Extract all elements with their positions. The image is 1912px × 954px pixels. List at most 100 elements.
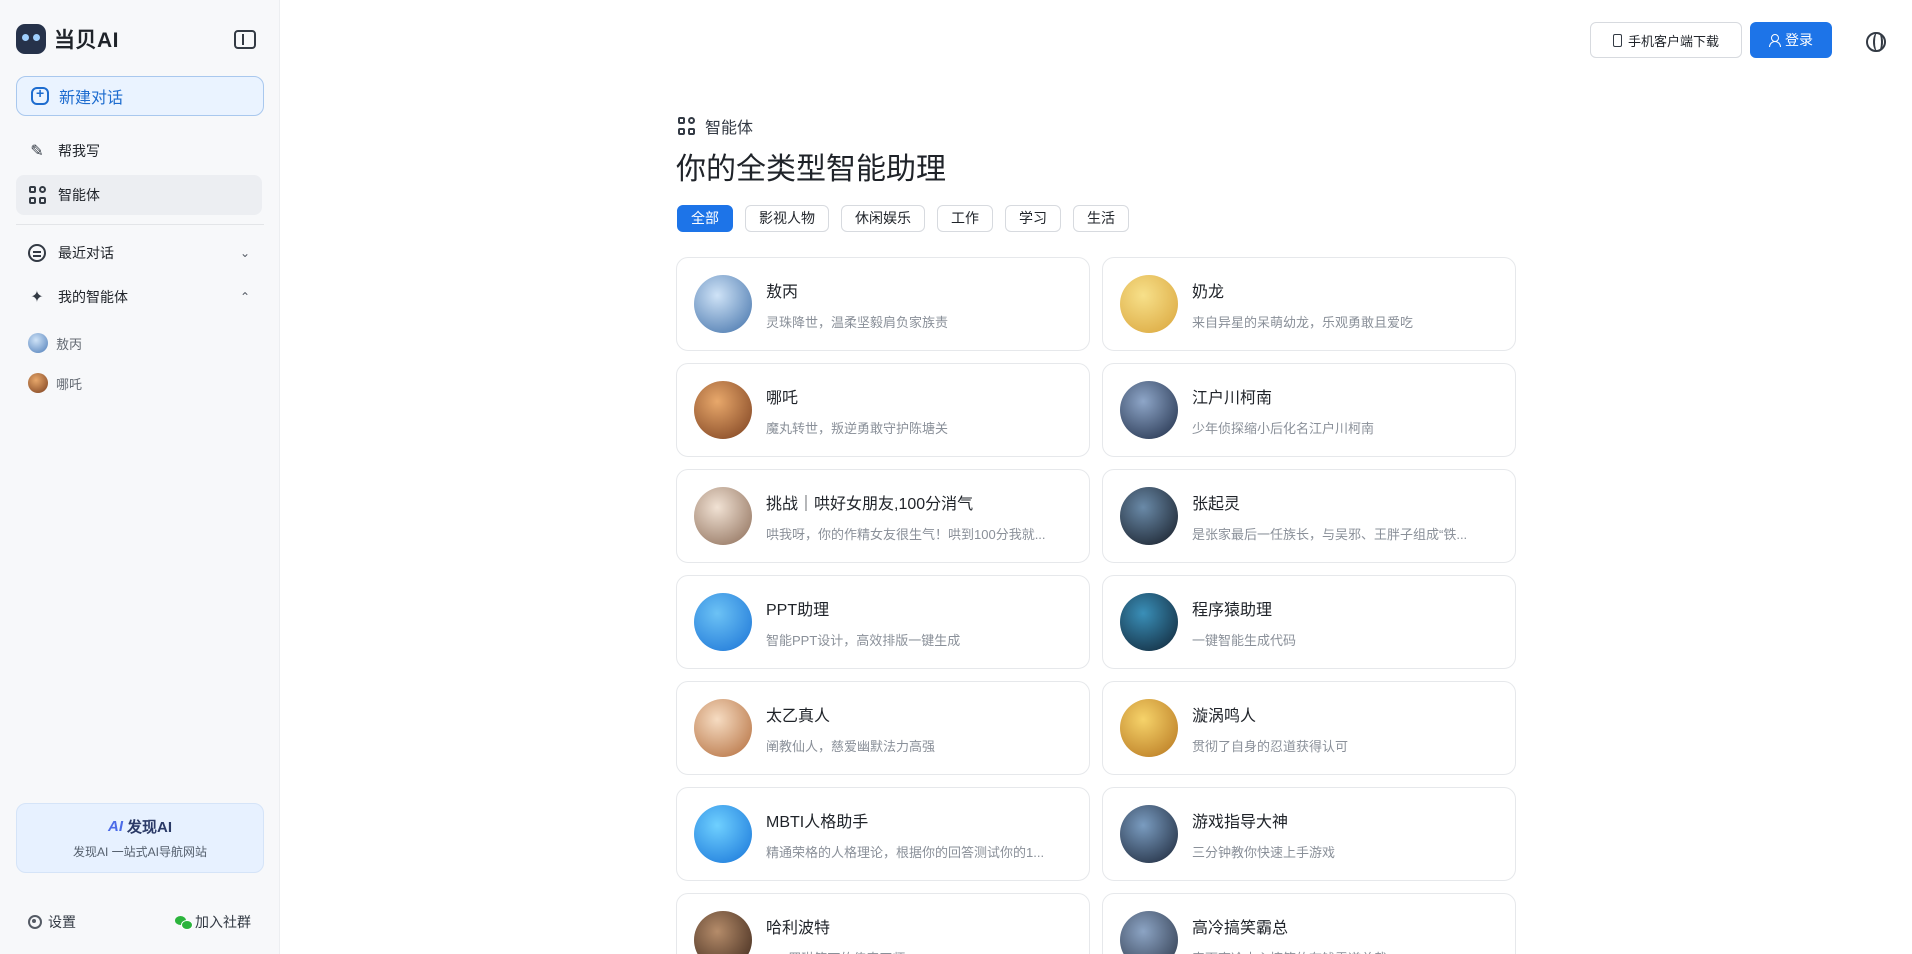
agent-name: 漩涡鸣人 — [1192, 707, 1257, 725]
agent-description: 少年侦探缩小后化名江户川柯南 — [1192, 420, 1375, 436]
agent-card[interactable]: 张起灵是张家最后一任族长，与吴邪、王胖子组成“铁... — [1102, 469, 1516, 563]
agent-card[interactable]: 漩涡鸣人贯彻了自身的忍道获得认可 — [1102, 681, 1516, 775]
agent-card[interactable]: 哈利波特 J.K.罗琳笔下的传奇巫师 — [676, 893, 1090, 954]
agent-description: 是张家最后一任族长，与吴邪、王胖子组成“铁... — [1192, 526, 1468, 542]
agent-card-text: 奶龙来自异星的呆萌幼龙，乐观勇敢且爱吃 — [1192, 278, 1502, 331]
sidebar-toggle-icon[interactable] — [234, 30, 256, 49]
agent-description: J.K.罗琳笔下的传奇巫师 — [766, 948, 1076, 954]
chevron-down-icon: ⌄ — [239, 246, 250, 260]
agent-name: 江户川柯南 — [1192, 389, 1273, 407]
settings-button[interactable]: 设置 — [28, 912, 76, 932]
agent-avatar — [1120, 487, 1178, 545]
agent-card[interactable]: 敖丙 灵珠降世，温柔坚毅肩负家族责 — [676, 257, 1090, 351]
new-chat-icon — [31, 85, 49, 105]
pen-icon: ✎ — [30, 143, 44, 160]
page-title: 你的全类型智能助理 — [676, 153, 946, 186]
sidebar-item-write[interactable]: ✎ 帮我写 — [16, 131, 262, 171]
agent-name: 哪吒 — [766, 389, 799, 407]
promo-banner[interactable]: AI 发现AI 发现AI 一站式AI导航网站 — [16, 803, 264, 873]
agent-avatar — [1120, 275, 1178, 333]
agent-name: 高冷搞笑霸总 — [1192, 919, 1289, 937]
login-label: 登录 — [1785, 32, 1813, 48]
sidebar-item-label: 最近对话 — [58, 245, 114, 261]
my-agent-item[interactable]: 敖丙 — [28, 331, 82, 355]
agent-card-text: 太乙真人 阐教仙人，慈爱幽默法力高强 — [766, 702, 1076, 755]
agent-card[interactable]: 挑战｜哄好女朋友,100分消气 哄我呀，你的作精女友很生气！哄到100分我就... — [676, 469, 1090, 563]
sidebar-item-label: 我的智能体 — [58, 289, 128, 305]
filter-chip[interactable]: 影视人物 — [745, 205, 829, 232]
agent-card[interactable]: 高冷搞笑霸总表面高冷内心搞笑的有钱霸道总裁 — [1102, 893, 1516, 954]
agent-name: 敖丙 — [766, 283, 799, 301]
filter-chip[interactable]: 工作 — [937, 205, 993, 232]
sidebar-item-my-agents[interactable]: ✦ 我的智能体 ⌃ — [16, 277, 262, 317]
agent-avatar — [1120, 699, 1178, 757]
agent-description: 阐教仙人，慈爱幽默法力高强 — [766, 738, 936, 754]
agent-description: 贯彻了自身的忍道获得认可 — [1192, 738, 1349, 754]
agent-avatar — [1120, 593, 1178, 651]
agent-description: 三分钟教你快速上手游戏 — [1192, 844, 1336, 860]
agent-avatar — [28, 333, 48, 353]
agent-card-text: 游戏指导大神三分钟教你快速上手游戏 — [1192, 808, 1502, 861]
chat-bubble-icon — [28, 244, 46, 262]
promo-logo-text: 发现AI — [126, 819, 172, 836]
download-app-button[interactable]: 手机客户端下载 — [1590, 22, 1742, 58]
agent-card[interactable]: 哪吒 魔丸转世，叛逆勇敢守护陈塘关 — [676, 363, 1090, 457]
sidebar-item-agents[interactable]: 智能体 — [16, 175, 262, 215]
agent-card-text: 敖丙 灵珠降世，温柔坚毅肩负家族责 — [766, 278, 1076, 331]
brand[interactable]: 当贝AI — [16, 24, 119, 54]
agent-name: 程序猿助理 — [1192, 601, 1273, 619]
sidebar-item-recent[interactable]: 最近对话 ⌄ — [16, 233, 262, 273]
new-chat-label: 新建对话 — [59, 90, 124, 107]
agent-description: 来自异星的呆萌幼龙，乐观勇敢且爱吃 — [1192, 314, 1414, 330]
agent-card[interactable]: 奶龙来自异星的呆萌幼龙，乐观勇敢且爱吃 — [1102, 257, 1516, 351]
agent-avatar — [1120, 381, 1178, 439]
language-globe-icon[interactable] — [1866, 32, 1886, 52]
agent-card[interactable]: 程序猿助理一键智能生成代码 — [1102, 575, 1516, 669]
agent-name: 张起灵 — [1192, 495, 1241, 513]
section-tag: 智能体 — [677, 114, 753, 138]
agent-name: 哈利波特 — [766, 919, 831, 937]
agent-description: 一键智能生成代码 — [1192, 632, 1297, 648]
agent-card-text: PPT助理 智能PPT设计，高效排版一键生成 — [766, 596, 1076, 649]
login-button[interactable]: 登录 — [1750, 22, 1832, 58]
new-chat-button[interactable]: 新建对话 — [16, 76, 264, 116]
agent-avatar — [1120, 911, 1178, 954]
agent-avatar — [694, 275, 752, 333]
wechat-icon — [175, 915, 193, 930]
agent-name: PPT助理 — [766, 601, 830, 619]
agent-description: 表面高冷内心搞笑的有钱霸道总裁 — [1192, 948, 1502, 954]
section-tag-label: 智能体 — [705, 120, 754, 137]
agent-avatar — [1120, 805, 1178, 863]
agent-name: MBTI人格助手 — [766, 813, 869, 831]
apps-grid-icon — [28, 186, 46, 204]
sidebar-item-label: 智能体 — [58, 187, 100, 203]
agent-name: 奶龙 — [1192, 283, 1225, 301]
sparkle-icon: ✦ — [30, 289, 44, 306]
my-agent-label: 敖丙 — [56, 336, 83, 352]
promo-logo-mark: AI — [107, 818, 123, 835]
agent-card[interactable]: PPT助理 智能PPT设计，高效排版一键生成 — [676, 575, 1090, 669]
agent-card-text: 漩涡鸣人贯彻了自身的忍道获得认可 — [1192, 702, 1502, 755]
apps-grid-icon — [677, 117, 695, 135]
agent-avatar — [694, 911, 752, 954]
my-agent-item[interactable]: 哪吒 — [28, 371, 82, 395]
agent-card[interactable]: 江户川柯南少年侦探缩小后化名江户川柯南 — [1102, 363, 1516, 457]
category-filters: 全部 影视人物 休闲娱乐 工作 学习 生活 — [677, 205, 1129, 232]
agent-description: 哄我呀，你的作精女友很生气！哄到100分我就... — [766, 526, 1046, 542]
agent-card[interactable]: MBTI人格助手 精通荣格的人格理论，根据你的回答测试你的1... — [676, 787, 1090, 881]
sidebar: 当贝AI 新建对话 ✎ 帮我写 智能体 最近对话 ⌄ ✦ 我的智能体 ⌃ 敖丙 … — [0, 0, 280, 954]
agent-card-text: 程序猿助理一键智能生成代码 — [1192, 596, 1502, 649]
agent-card-text: 哪吒 魔丸转世，叛逆勇敢守护陈塘关 — [766, 384, 1076, 437]
agent-card-text: 张起灵是张家最后一任族长，与吴邪、王胖子组成“铁... — [1192, 490, 1502, 543]
join-community-label: 加入社群 — [195, 914, 251, 930]
agent-card[interactable]: 游戏指导大神三分钟教你快速上手游戏 — [1102, 787, 1516, 881]
join-community-button[interactable]: 加入社群 — [175, 912, 251, 932]
filter-chip[interactable]: 学习 — [1005, 205, 1061, 232]
user-icon — [1769, 34, 1781, 47]
filter-chip[interactable]: 生活 — [1073, 205, 1129, 232]
sidebar-divider — [16, 224, 264, 225]
agent-name: 游戏指导大神 — [1192, 813, 1289, 831]
agent-card[interactable]: 太乙真人 阐教仙人，慈爱幽默法力高强 — [676, 681, 1090, 775]
filter-chip[interactable]: 休闲娱乐 — [841, 205, 925, 232]
filter-chip[interactable]: 全部 — [677, 205, 733, 232]
